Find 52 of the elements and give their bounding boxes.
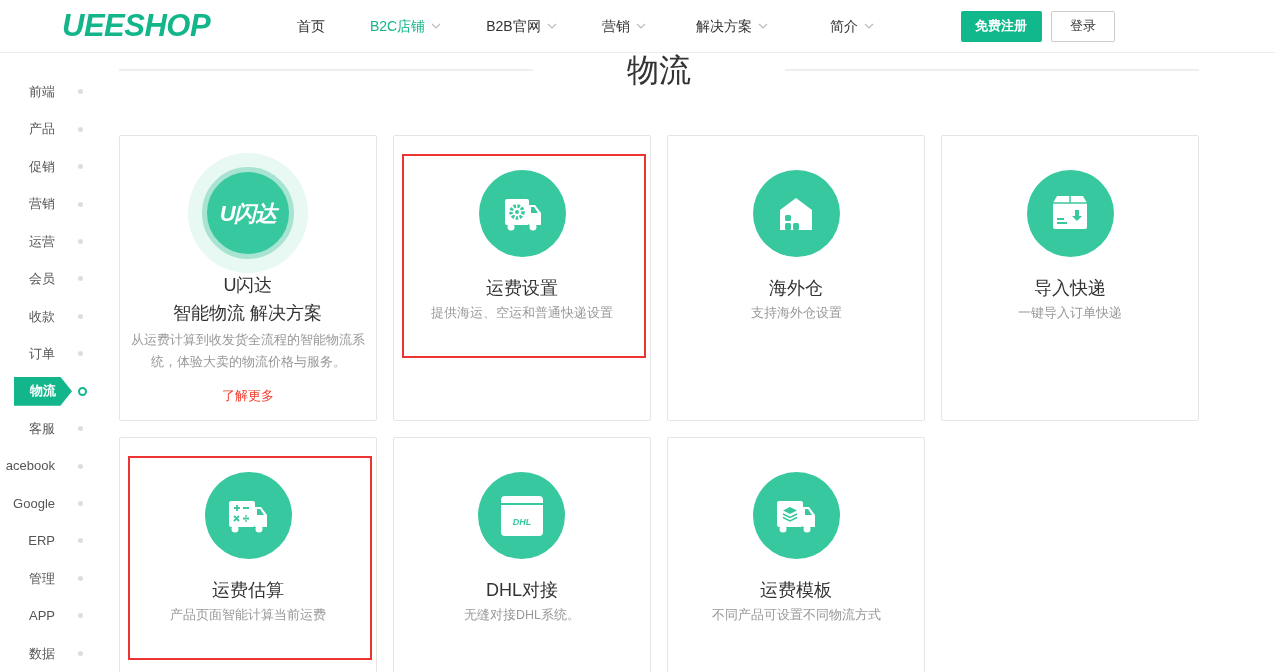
card-description: 提供海运、空运和普通快递设置: [431, 305, 613, 322]
feature-card[interactable]: DHL DHL对接 无缝对接DHL系统。: [393, 437, 651, 672]
sidebar-item[interactable]: 运营: [0, 231, 55, 252]
card-title: 运费模板: [760, 579, 832, 602]
section-title: 物流: [626, 54, 692, 86]
sidebar-item[interactable]: 前端: [0, 81, 55, 102]
card-description: 无缝对接DHL系统。: [464, 607, 580, 624]
sidebar-item[interactable]: 促销: [0, 156, 55, 177]
box-label: DHL: [512, 517, 532, 527]
truck-layers-icon: [752, 472, 840, 559]
card-title: DHL对接: [486, 579, 558, 602]
feature-card[interactable]: U闪达 U闪达 智能物流 解决方案 从运费计算到收发货全流程的智能物流系统，体验大卖的物流价格与服务。 了解更多: [119, 135, 377, 421]
card-description: 从运费计算到收发货全流程的智能物流系统，体验大卖的物流价格与服务。: [130, 332, 366, 371]
truck-gear-icon: [478, 170, 566, 257]
nav-link[interactable]: B2B官网: [486, 15, 557, 37]
nav-link[interactable]: 解决方案: [695, 15, 768, 37]
feature-card[interactable]: 运费模板 不同产品可设置不同物流方式: [667, 437, 925, 672]
card-description: 不同产品可设置不同物流方式: [711, 607, 881, 624]
nav-link[interactable]: 简介: [829, 15, 874, 37]
sidebar-item[interactable]: 收款: [0, 306, 55, 327]
card-title: 运费估算: [212, 579, 284, 602]
logo-text: U闪达: [219, 199, 277, 228]
card-title: U闪达: [223, 274, 273, 297]
sidebar-item[interactable]: 数据: [0, 643, 55, 664]
card-title: 海外仓: [769, 277, 823, 300]
sidebar-item[interactable]: acebook: [0, 456, 55, 476]
card-description: 产品页面智能计算当前运费: [170, 607, 326, 624]
nav-link[interactable]: 首页: [297, 15, 325, 37]
sidebar-item[interactable]: APP: [0, 606, 55, 626]
card-subtitle: 智能物流 解决方案: [173, 302, 323, 325]
card-title: 运费设置: [486, 277, 558, 300]
sidebar-item[interactable]: 客服: [0, 418, 55, 439]
card-title: 导入快递: [1034, 277, 1106, 300]
sidebar-item[interactable]: 产品: [0, 119, 55, 139]
truck-calculator-icon: [204, 472, 292, 559]
warehouse-icon: [752, 170, 840, 257]
box-download-icon: [1026, 170, 1114, 257]
sidebar-item[interactable]: ERP: [0, 531, 55, 551]
sidebar-item[interactable]: 营销: [0, 194, 55, 214]
sidebar-item[interactable]: 订单: [0, 344, 55, 364]
feature-card[interactable]: 运费估算 产品页面智能计算当前运费: [119, 437, 377, 672]
login-button[interactable]: 登录: [1050, 10, 1115, 42]
feature-card[interactable]: 导入快递 一键导入订单快递: [941, 135, 1199, 421]
learn-more-link[interactable]: 了解更多: [222, 386, 274, 406]
nav-link[interactable]: 营销: [601, 15, 646, 37]
sidebar-item[interactable]: 管理: [0, 568, 55, 589]
feature-card[interactable]: 运费设置 提供海运、空运和普通快递设置: [393, 135, 651, 421]
card-description: 一键导入订单快递: [1018, 305, 1122, 322]
sidebar-item[interactable]: 会员: [0, 269, 55, 289]
card-description: 支持海外仓设置: [750, 305, 842, 322]
sidebar-item[interactable]: Google: [0, 493, 55, 514]
feature-card[interactable]: 海外仓 支持海外仓设置: [667, 135, 925, 421]
